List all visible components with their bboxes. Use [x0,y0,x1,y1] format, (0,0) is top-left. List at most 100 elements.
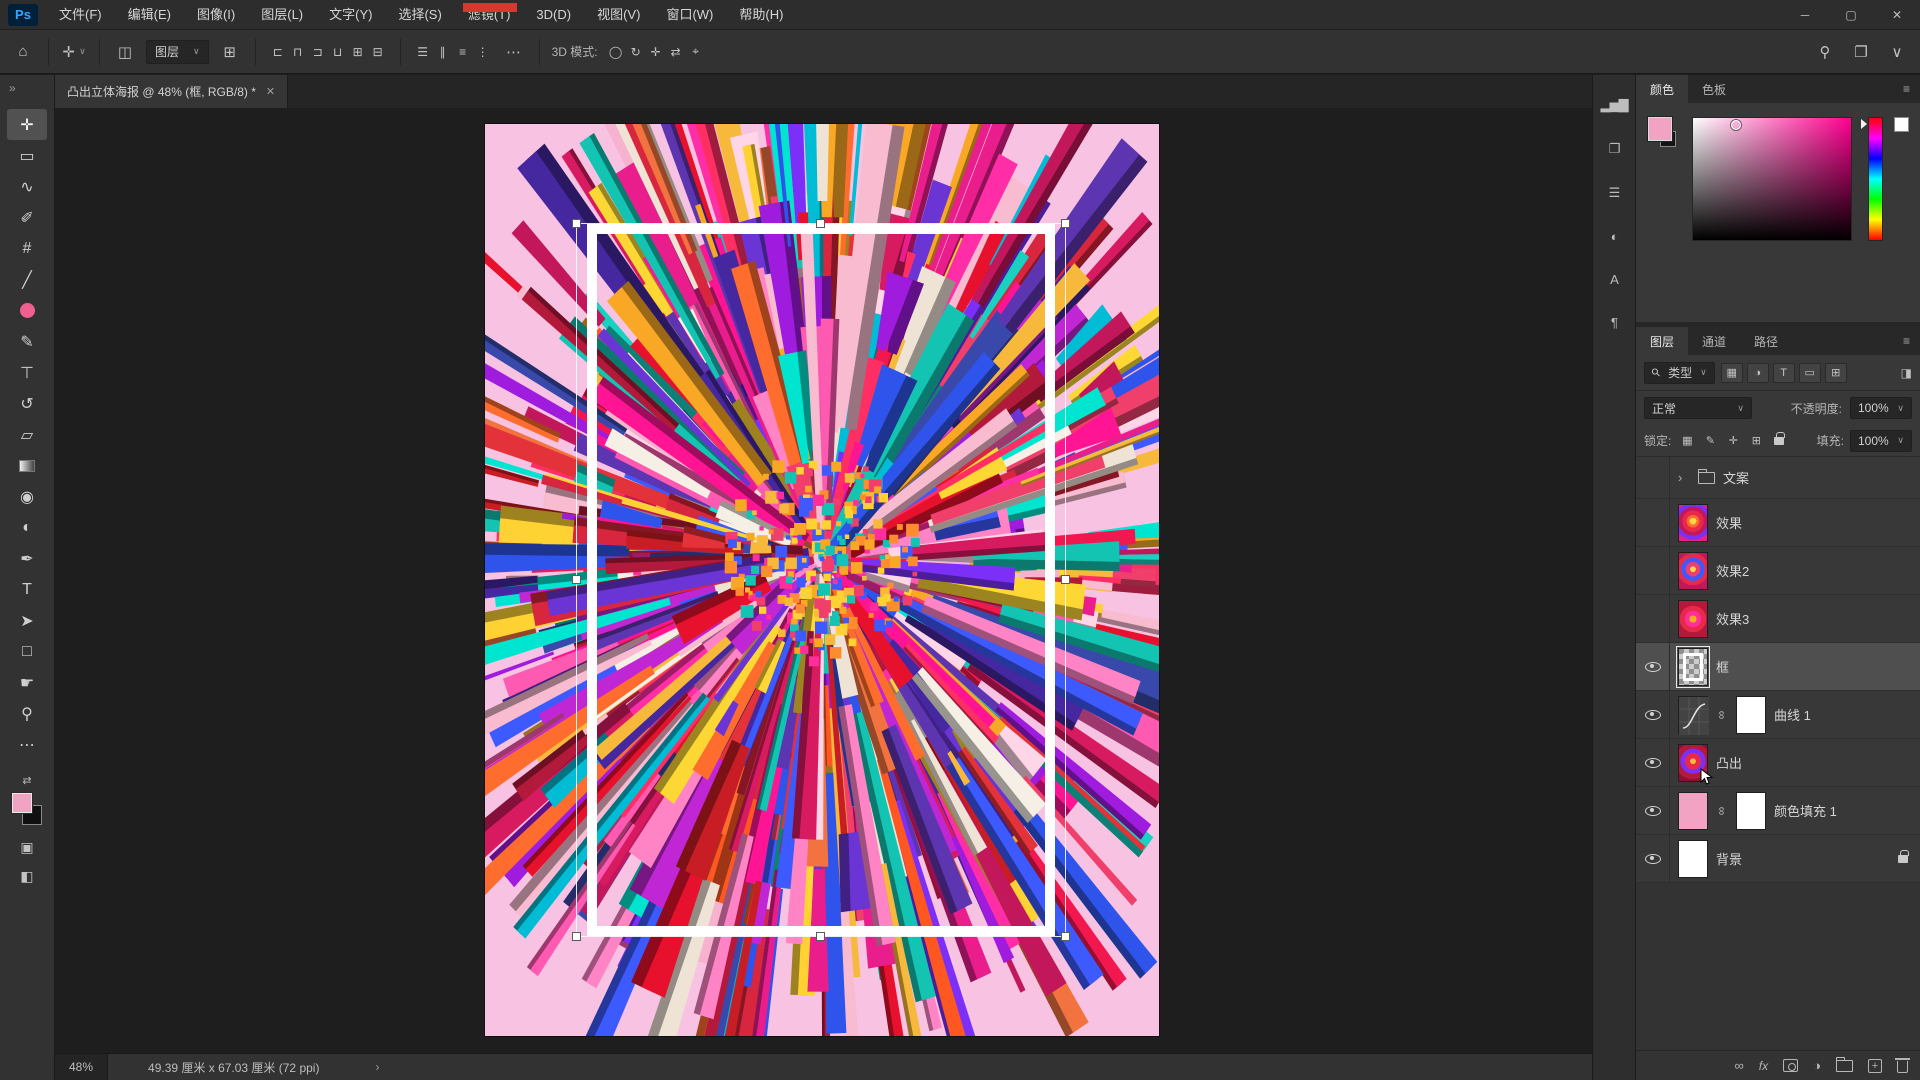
add-layer-mask-icon[interactable] [1783,1059,1798,1072]
layer-thumbnail[interactable] [1678,552,1708,590]
delete-layer-icon[interactable] [1897,1058,1908,1073]
workspace-switcher-icon[interactable]: ❐ [1848,38,1874,66]
screen-mode-icon[interactable]: ◧ [20,868,33,885]
layer-row-4[interactable]: 框 [1636,643,1920,691]
transform-handle-n[interactable] [816,219,825,228]
brush-tool[interactable]: ✎ [7,326,47,357]
move-tool[interactable]: ✛ [7,109,47,140]
panel-chevron-icon[interactable]: ∨ [1884,38,1910,66]
layer-mask-thumbnail[interactable] [1736,696,1766,734]
eraser-tool[interactable]: ▱ [7,419,47,450]
layer-row-0[interactable]: ›文案 [1636,457,1920,499]
filter-smart-object-icon[interactable]: ⊞ [1825,363,1847,383]
tab-close-icon[interactable]: ✕ [266,85,275,98]
lock-all-icon[interactable] [1769,432,1789,450]
transform-handle-e[interactable] [1061,575,1070,584]
transform-handle-w[interactable] [572,575,581,584]
blend-mode-dropdown[interactable]: 正常 ∨ [1644,397,1752,419]
distribute-horizontal-icon[interactable]: ∥ [433,38,453,66]
filter-pixel-icon[interactable]: ▦ [1721,363,1743,383]
filter-type-icon[interactable]: T [1773,363,1795,383]
auto-select-target-dropdown[interactable]: 图层∨ [146,40,209,64]
zoom-tool[interactable]: ⚲ [7,698,47,729]
layer-row-6[interactable]: 凸出 [1636,739,1920,787]
adjustments-panel-icon[interactable]: ◐ [1611,229,1618,244]
auto-select-icon[interactable]: ◫ [112,38,138,66]
path-select-tool[interactable]: ➤ [7,605,47,636]
chevron-right-icon[interactable]: › [1678,470,1690,485]
crop-tool[interactable]: # [7,233,47,264]
3d-orbit-icon[interactable]: ◯ [606,38,626,66]
transform-handle-sw[interactable] [572,932,581,941]
distribute-widths-icon[interactable]: ⋮ [473,38,493,66]
align-center-v-icon[interactable]: ⊞ [348,38,368,66]
zoom-level[interactable]: 48% [55,1054,108,1080]
layer-row-7[interactable]: ∞颜色填充 1 [1636,787,1920,835]
lock-artboard-icon[interactable]: ⊞ [1746,432,1766,450]
swap-colors-icon[interactable]: ⇄ [22,774,31,787]
layer-mask-thumbnail[interactable] [1736,792,1766,830]
poster-document[interactable] [485,124,1159,1036]
visibility-toggle[interactable] [1636,595,1670,642]
type-tool[interactable]: T [7,574,47,605]
3d-slide-icon[interactable]: ⇄ [666,38,686,66]
menu-edit[interactable]: 编辑(E) [115,0,184,29]
visibility-toggle[interactable] [1636,691,1670,738]
color-tab-swatches[interactable]: 色板 [1688,75,1740,103]
menu-file[interactable]: 文件(F) [46,0,115,29]
properties-panel-icon[interactable]: ☰ [1609,185,1620,201]
new-adjustment-layer-icon[interactable]: ◑ [1813,1058,1821,1073]
paragraph-panel-icon[interactable]: ¶ [1611,315,1617,330]
align-top-icon[interactable]: ⊔ [328,38,348,66]
layer-thumbnail[interactable] [1678,504,1708,542]
saturation-brightness-picker[interactable] [1692,117,1852,241]
filter-shape-icon[interactable]: ▭ [1799,363,1821,383]
menu-layer[interactable]: 图层(L) [248,0,316,29]
layer-row-8[interactable]: 背景 [1636,835,1920,883]
visibility-toggle[interactable] [1636,643,1670,690]
maximize-button[interactable]: ▢ [1828,0,1874,29]
lock-position-icon[interactable]: ✛ [1723,432,1743,450]
layer-row-2[interactable]: 效果2 [1636,547,1920,595]
transform-handle-nw[interactable] [572,219,581,228]
healing-tool[interactable] [7,295,47,326]
histogram-panel-icon[interactable]: ▂▅▇ [1601,97,1628,113]
layer-style-icon[interactable]: fx [1759,1059,1768,1073]
more-options-icon[interactable]: ⋯ [501,38,527,66]
align-left-icon[interactable]: ⊏ [268,38,288,66]
layer-thumbnail[interactable] [1678,792,1708,830]
dodge-tool[interactable]: ◐ [7,512,47,543]
align-right-icon[interactable]: ⊐ [308,38,328,66]
color-tab-color[interactable]: 颜色 [1636,75,1688,103]
pen-tool[interactable]: ✒ [7,543,47,574]
filter-adjustment-icon[interactable]: ◑ [1747,363,1769,383]
visibility-toggle[interactable] [1636,739,1670,786]
color-picker-ring[interactable] [1731,120,1741,130]
gradient-tool[interactable] [7,450,47,481]
menu-select[interactable]: 选择(S) [385,0,454,29]
3d-zoom-icon[interactable]: ⌖ [686,38,706,66]
opacity-dropdown[interactable]: 100% ∨ [1850,397,1912,419]
shape-tool[interactable]: □ [7,636,47,667]
layer-row-5[interactable]: ∞曲线 1 [1636,691,1920,739]
align-bottom-icon[interactable]: ⊟ [368,38,388,66]
visibility-toggle[interactable] [1636,787,1670,834]
menu-help[interactable]: 帮助(H) [726,0,796,29]
visibility-toggle[interactable] [1636,457,1670,498]
white-swatch[interactable] [1894,117,1909,132]
hand-tool[interactable]: ☛ [7,667,47,698]
marquee-tool[interactable]: ▭ [7,140,47,171]
fill-dropdown[interactable]: 100% ∨ [1850,430,1912,452]
canvas-area[interactable] [55,108,1592,1053]
visibility-toggle[interactable] [1636,835,1670,882]
history-brush-tool[interactable]: ↺ [7,388,47,419]
minimize-button[interactable]: ─ [1782,0,1828,29]
layers-tab-layers[interactable]: 图层 [1636,327,1688,355]
3d-roll-icon[interactable]: ↻ [626,38,646,66]
layer-thumbnail[interactable] [1678,600,1708,638]
menu-window[interactable]: 窗口(W) [653,0,726,29]
visibility-toggle[interactable] [1636,547,1670,594]
toolbar-collapse-icon[interactable]: » [0,75,16,101]
more-tools[interactable]: ⋯ [7,729,47,760]
hue-slider[interactable] [1868,117,1883,241]
